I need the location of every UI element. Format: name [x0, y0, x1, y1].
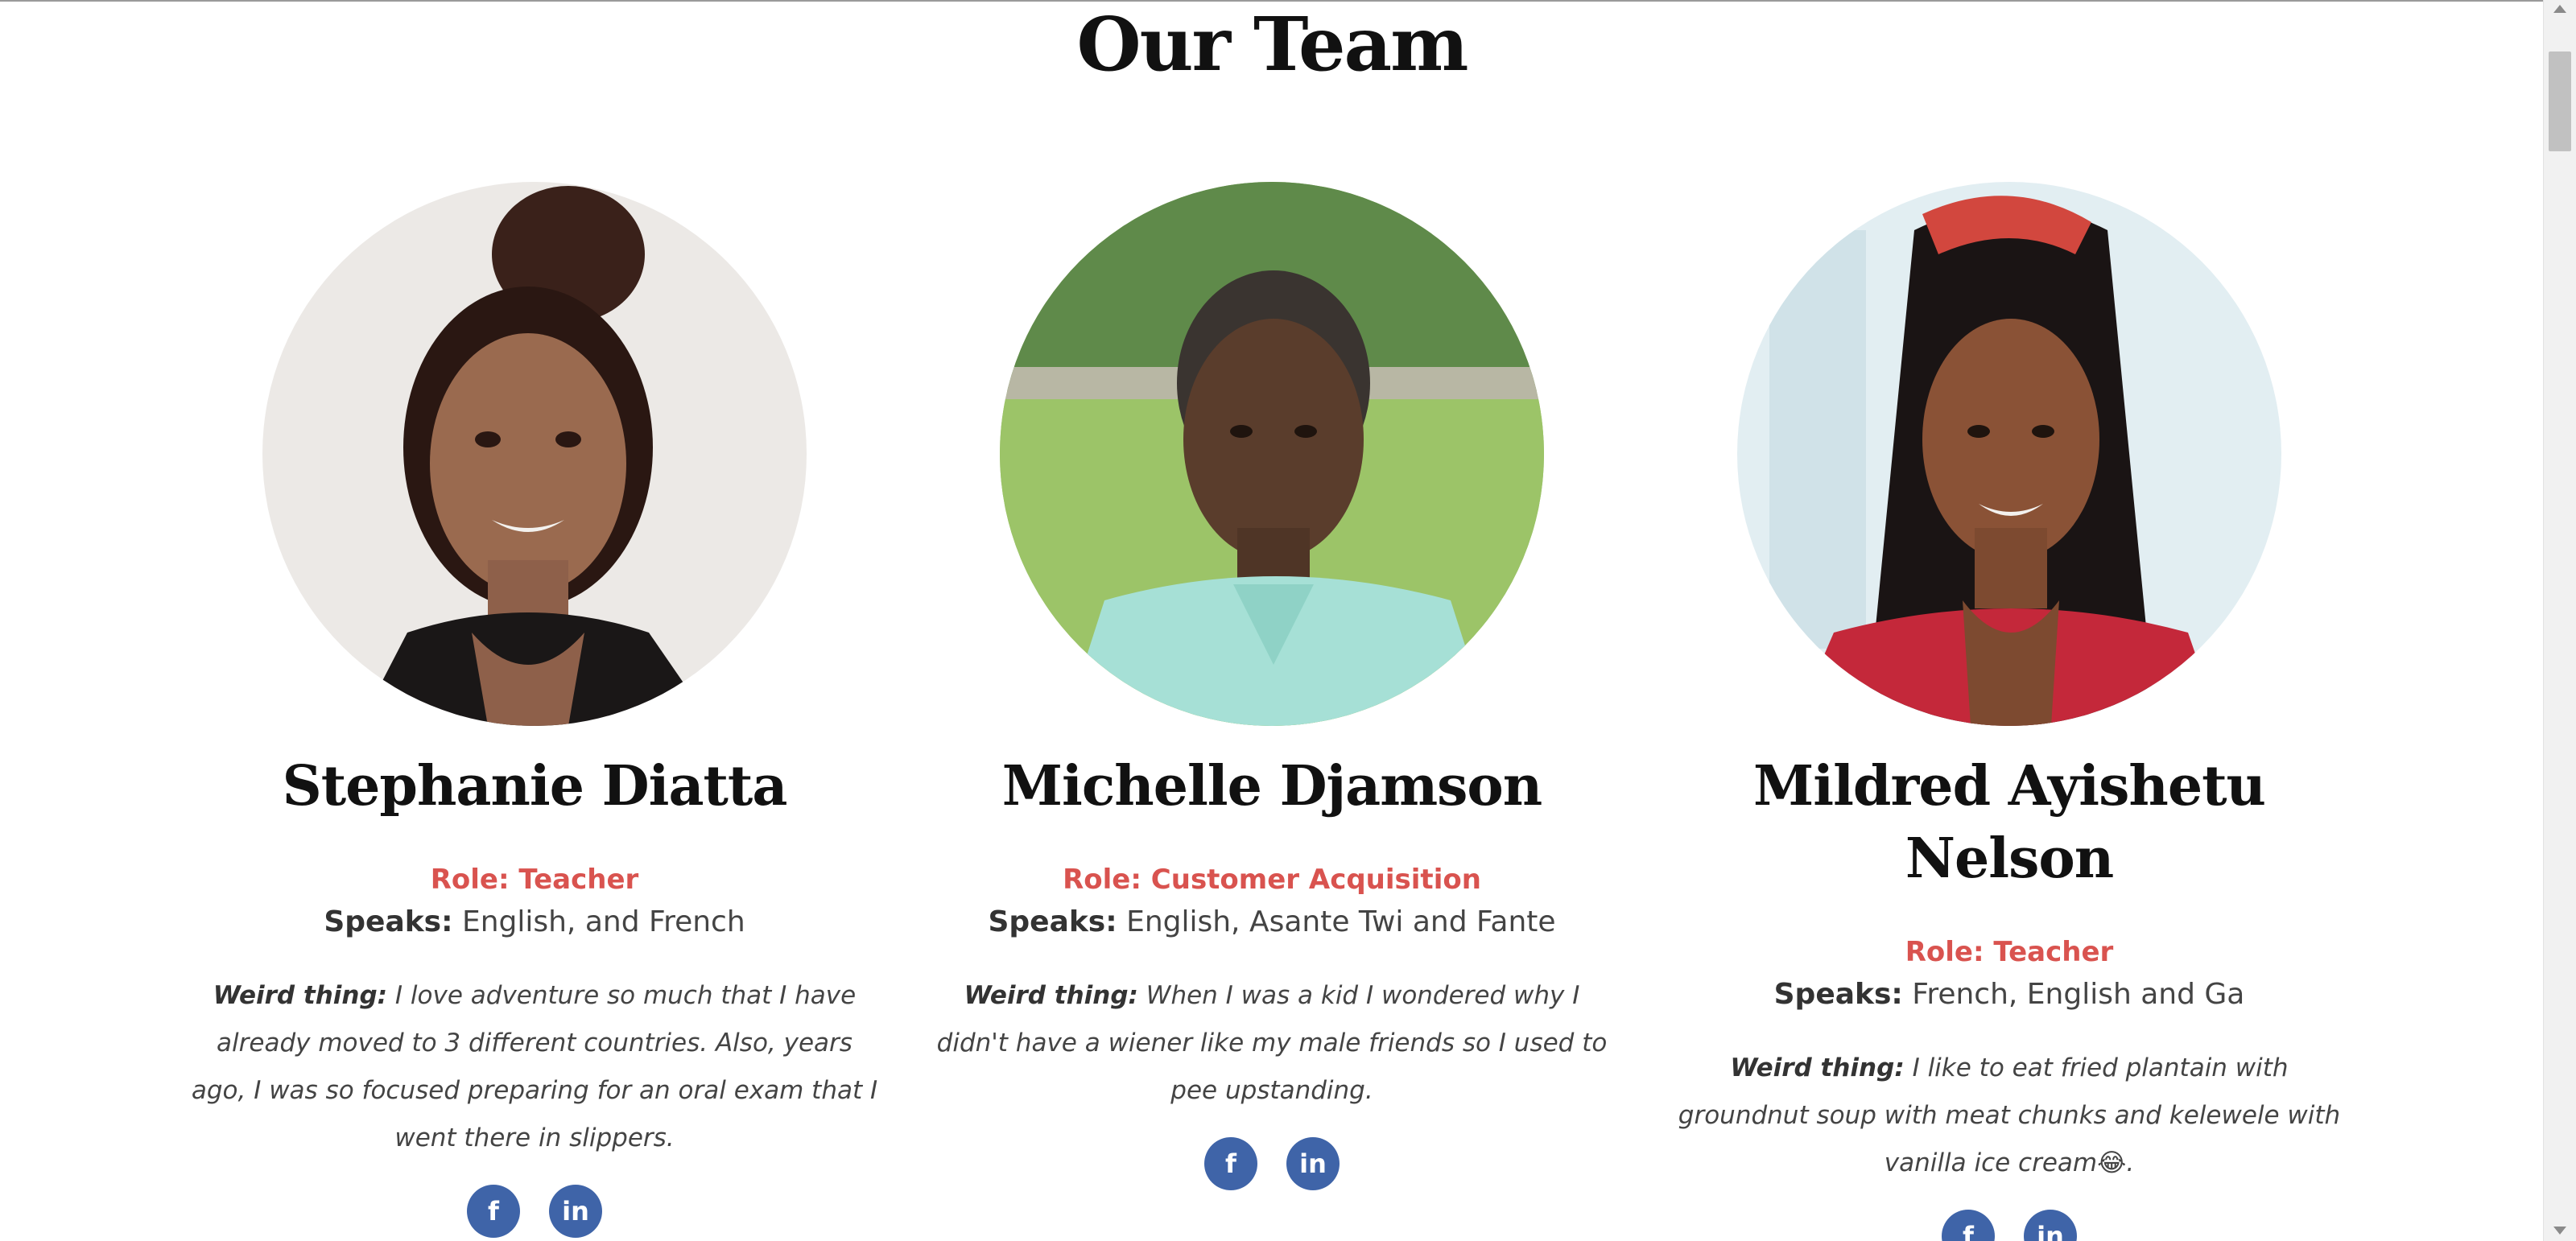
facebook-icon[interactable]: f — [1204, 1137, 1257, 1190]
weird-thing-label: Weird thing: — [213, 981, 388, 1010]
speaks-value: French, English and Ga — [1902, 978, 2245, 1011]
facebook-icon[interactable]: f — [1942, 1210, 1995, 1241]
linkedin-icon[interactable]: in — [1286, 1137, 1340, 1190]
weird-thing-label: Weird thing: — [964, 981, 1138, 1010]
member-weird-thing: Weird thing: When I was a kid I wondered… — [926, 972, 1618, 1115]
scrollbar-thumb[interactable] — [2549, 52, 2571, 151]
team-page: Our Team Stephanie Diatta Role: Teacher … — [0, 0, 2576, 1241]
member-photo-stephanie — [262, 182, 807, 726]
speaks-value: English, Asante Twi and Fante — [1117, 905, 1556, 938]
social-links: f in — [172, 1185, 897, 1238]
linkedin-icon[interactable]: in — [2024, 1210, 2077, 1241]
member-name: Stephanie Diatta — [282, 754, 788, 818]
speaks-label: Speaks: — [988, 905, 1117, 938]
section-heading: Our Team — [1076, 1, 1469, 88]
team-member-card: Mildred Ayishetu Nelson Role: Teacher Sp… — [1647, 182, 2372, 1241]
linkedin-icon[interactable]: in — [549, 1185, 602, 1238]
social-links: f in — [1647, 1210, 2372, 1241]
team-member-card: Michelle Djamson Role: Customer Acquisit… — [910, 182, 1634, 1190]
vertical-scrollbar[interactable] — [2543, 0, 2576, 1241]
member-photo — [262, 182, 807, 726]
member-role: Role: Teacher — [430, 864, 639, 896]
speaks-label: Speaks: — [324, 905, 453, 938]
weird-thing-label: Weird thing: — [1730, 1053, 1905, 1082]
member-name: Mildred Ayishetu Nelson — [1753, 754, 2266, 891]
member-speaks: Speaks: French, English and Ga — [1647, 972, 2372, 1017]
speaks-value: English, and French — [452, 905, 745, 938]
member-weird-thing: Weird thing: I like to eat fried plantai… — [1663, 1045, 2355, 1187]
speaks-label: Speaks: — [1773, 978, 1903, 1011]
member-weird-thing: Weird thing: I love adventure so much th… — [188, 972, 881, 1162]
scroll-up-arrow-icon[interactable] — [2553, 5, 2566, 13]
member-speaks: Speaks: English, Asante Twi and Fante — [910, 900, 1634, 945]
social-links: f in — [910, 1137, 1634, 1190]
member-name: Michelle Djamson — [1001, 754, 1542, 818]
facebook-icon[interactable]: f — [467, 1185, 520, 1238]
member-photo-michelle — [1000, 182, 1544, 726]
member-speaks: Speaks: English, and French — [172, 900, 897, 945]
member-photo — [1737, 182, 2281, 726]
member-role: Role: Teacher — [1905, 936, 2114, 968]
member-role: Role: Customer Acquisition — [1063, 864, 1481, 896]
team-member-card: Stephanie Diatta Role: Teacher Speaks: E… — [172, 182, 897, 1238]
member-photo-mildred — [1737, 182, 2281, 726]
scroll-down-arrow-icon[interactable] — [2553, 1227, 2566, 1235]
member-photo — [1000, 182, 1544, 726]
